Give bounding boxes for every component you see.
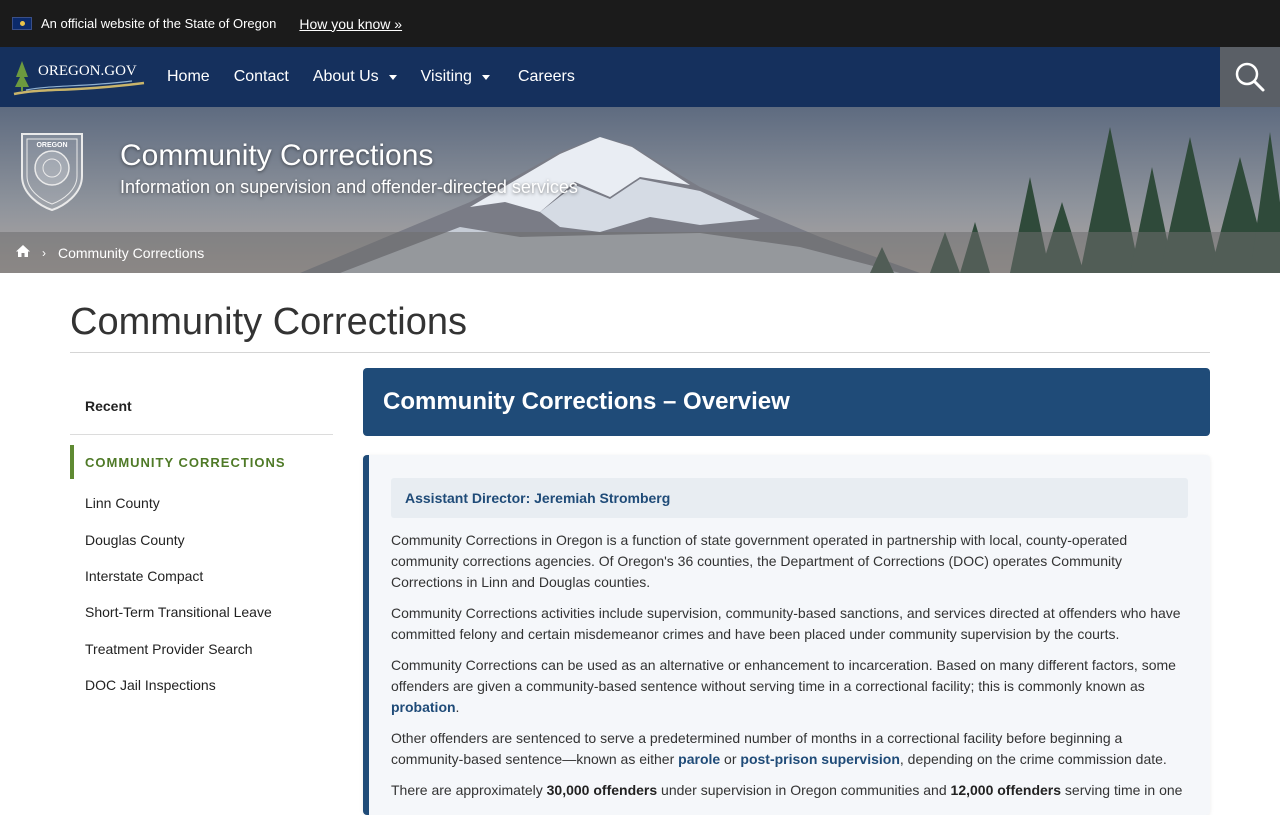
nav-visiting[interactable]: Visiting: [409, 47, 502, 107]
breadcrumb-current: Community Corrections: [58, 244, 205, 261]
sidebar-item-interstate-compact[interactable]: Interstate Compact: [70, 558, 333, 594]
probation-link[interactable]: probation: [391, 699, 456, 715]
overview-header: Community Corrections – Overview: [363, 368, 1210, 436]
home-icon[interactable]: [15, 244, 31, 261]
paragraph-3-text: Community Corrections can be used as an …: [391, 657, 1176, 694]
sidebar-item-doc-jail-inspections[interactable]: DOC Jail Inspections: [70, 667, 333, 703]
official-text: An official website of the State of Oreg…: [41, 16, 277, 31]
doc-seal-icon: OREGON: [21, 133, 83, 212]
chevron-down-icon: [481, 74, 490, 80]
paragraph-4: Other offenders are sentenced to serve a…: [391, 728, 1191, 770]
paragraph-5-a: There are approximately: [391, 782, 547, 798]
offenders-count-2: 12,000 offenders: [950, 782, 1062, 798]
nav-visiting-label: Visiting: [420, 68, 472, 85]
hero-banner: OREGON Community Corrections Information…: [0, 107, 1280, 273]
nav-about-us-label: About Us: [312, 68, 379, 85]
parole-link[interactable]: parole: [678, 751, 720, 767]
breadcrumb: › Community Corrections: [0, 232, 1280, 273]
paragraph-3: Community Corrections can be used as an …: [391, 655, 1191, 718]
chevron-down-icon: [388, 74, 397, 80]
search-button[interactable]: [1220, 47, 1280, 107]
paragraph-1: Community Corrections in Oregon is a fun…: [391, 532, 1128, 590]
nav-home[interactable]: Home: [155, 47, 222, 107]
oregon-flag-icon: [12, 17, 32, 30]
chevron-right-icon: ›: [42, 245, 46, 260]
svg-text:OREGON: OREGON: [36, 142, 67, 149]
post-prison-supervision-link[interactable]: post-prison supervision: [740, 751, 899, 767]
official-banner: An official website of the State of Oreg…: [0, 0, 1280, 47]
oregon-gov-logo[interactable]: OREGON.GOV: [0, 47, 148, 107]
title-divider: [70, 352, 1210, 353]
nav-home-label: Home: [167, 68, 210, 85]
sidebar: Recent COMMUNITY CORRECTIONS Linn County…: [70, 368, 333, 703]
assistant-director-label: Assistant Director: Jeremiah Stromberg: [391, 478, 1188, 518]
nav-about-us[interactable]: About Us: [301, 47, 409, 107]
search-icon: [1235, 62, 1265, 92]
sidebar-item-douglas-county[interactable]: Douglas County: [70, 521, 333, 557]
nav-contact[interactable]: Contact: [222, 47, 301, 107]
offenders-count-1: 30,000 offenders: [546, 782, 658, 798]
paragraph-5-d: serving time in one: [1061, 782, 1183, 798]
sidebar-item-community-corrections[interactable]: COMMUNITY CORRECTIONS: [70, 445, 333, 479]
paragraph-4-end: , depending on the crime commission date…: [899, 751, 1167, 767]
main-nav: OREGON.GOV Home Contact About Us Visitin…: [0, 47, 1280, 107]
paragraph-5: There are approximately 30,000 offenders…: [391, 780, 1191, 801]
nav-careers[interactable]: Careers: [506, 47, 587, 107]
overview-card: Assistant Director: Jeremiah Stromberg C…: [363, 455, 1210, 815]
sidebar-recent[interactable]: Recent: [70, 368, 333, 435]
paragraph-5-c: under supervision in Oregon communities …: [657, 782, 951, 798]
logo-text: OREGON.GOV: [38, 63, 137, 79]
nav-careers-label: Careers: [517, 68, 575, 85]
sidebar-item-treatment-provider-search[interactable]: Treatment Provider Search: [70, 631, 333, 667]
hero-subtitle: Information on supervision and offender-…: [120, 177, 578, 197]
nav-contact-label: Contact: [233, 68, 289, 85]
sidebar-item-linn-county[interactable]: Linn County: [70, 485, 333, 521]
paragraph-2: Community Corrections activities include…: [391, 605, 1181, 642]
how-you-know-link[interactable]: How you know »: [299, 16, 402, 32]
page-title: Community Corrections: [70, 301, 467, 343]
paragraph-4-mid: or: [720, 751, 741, 767]
hero-title: Community Corrections: [120, 139, 434, 172]
sidebar-item-short-term-transitional-leave[interactable]: Short-Term Transitional Leave: [70, 594, 333, 630]
paragraph-3-end: .: [455, 699, 460, 715]
